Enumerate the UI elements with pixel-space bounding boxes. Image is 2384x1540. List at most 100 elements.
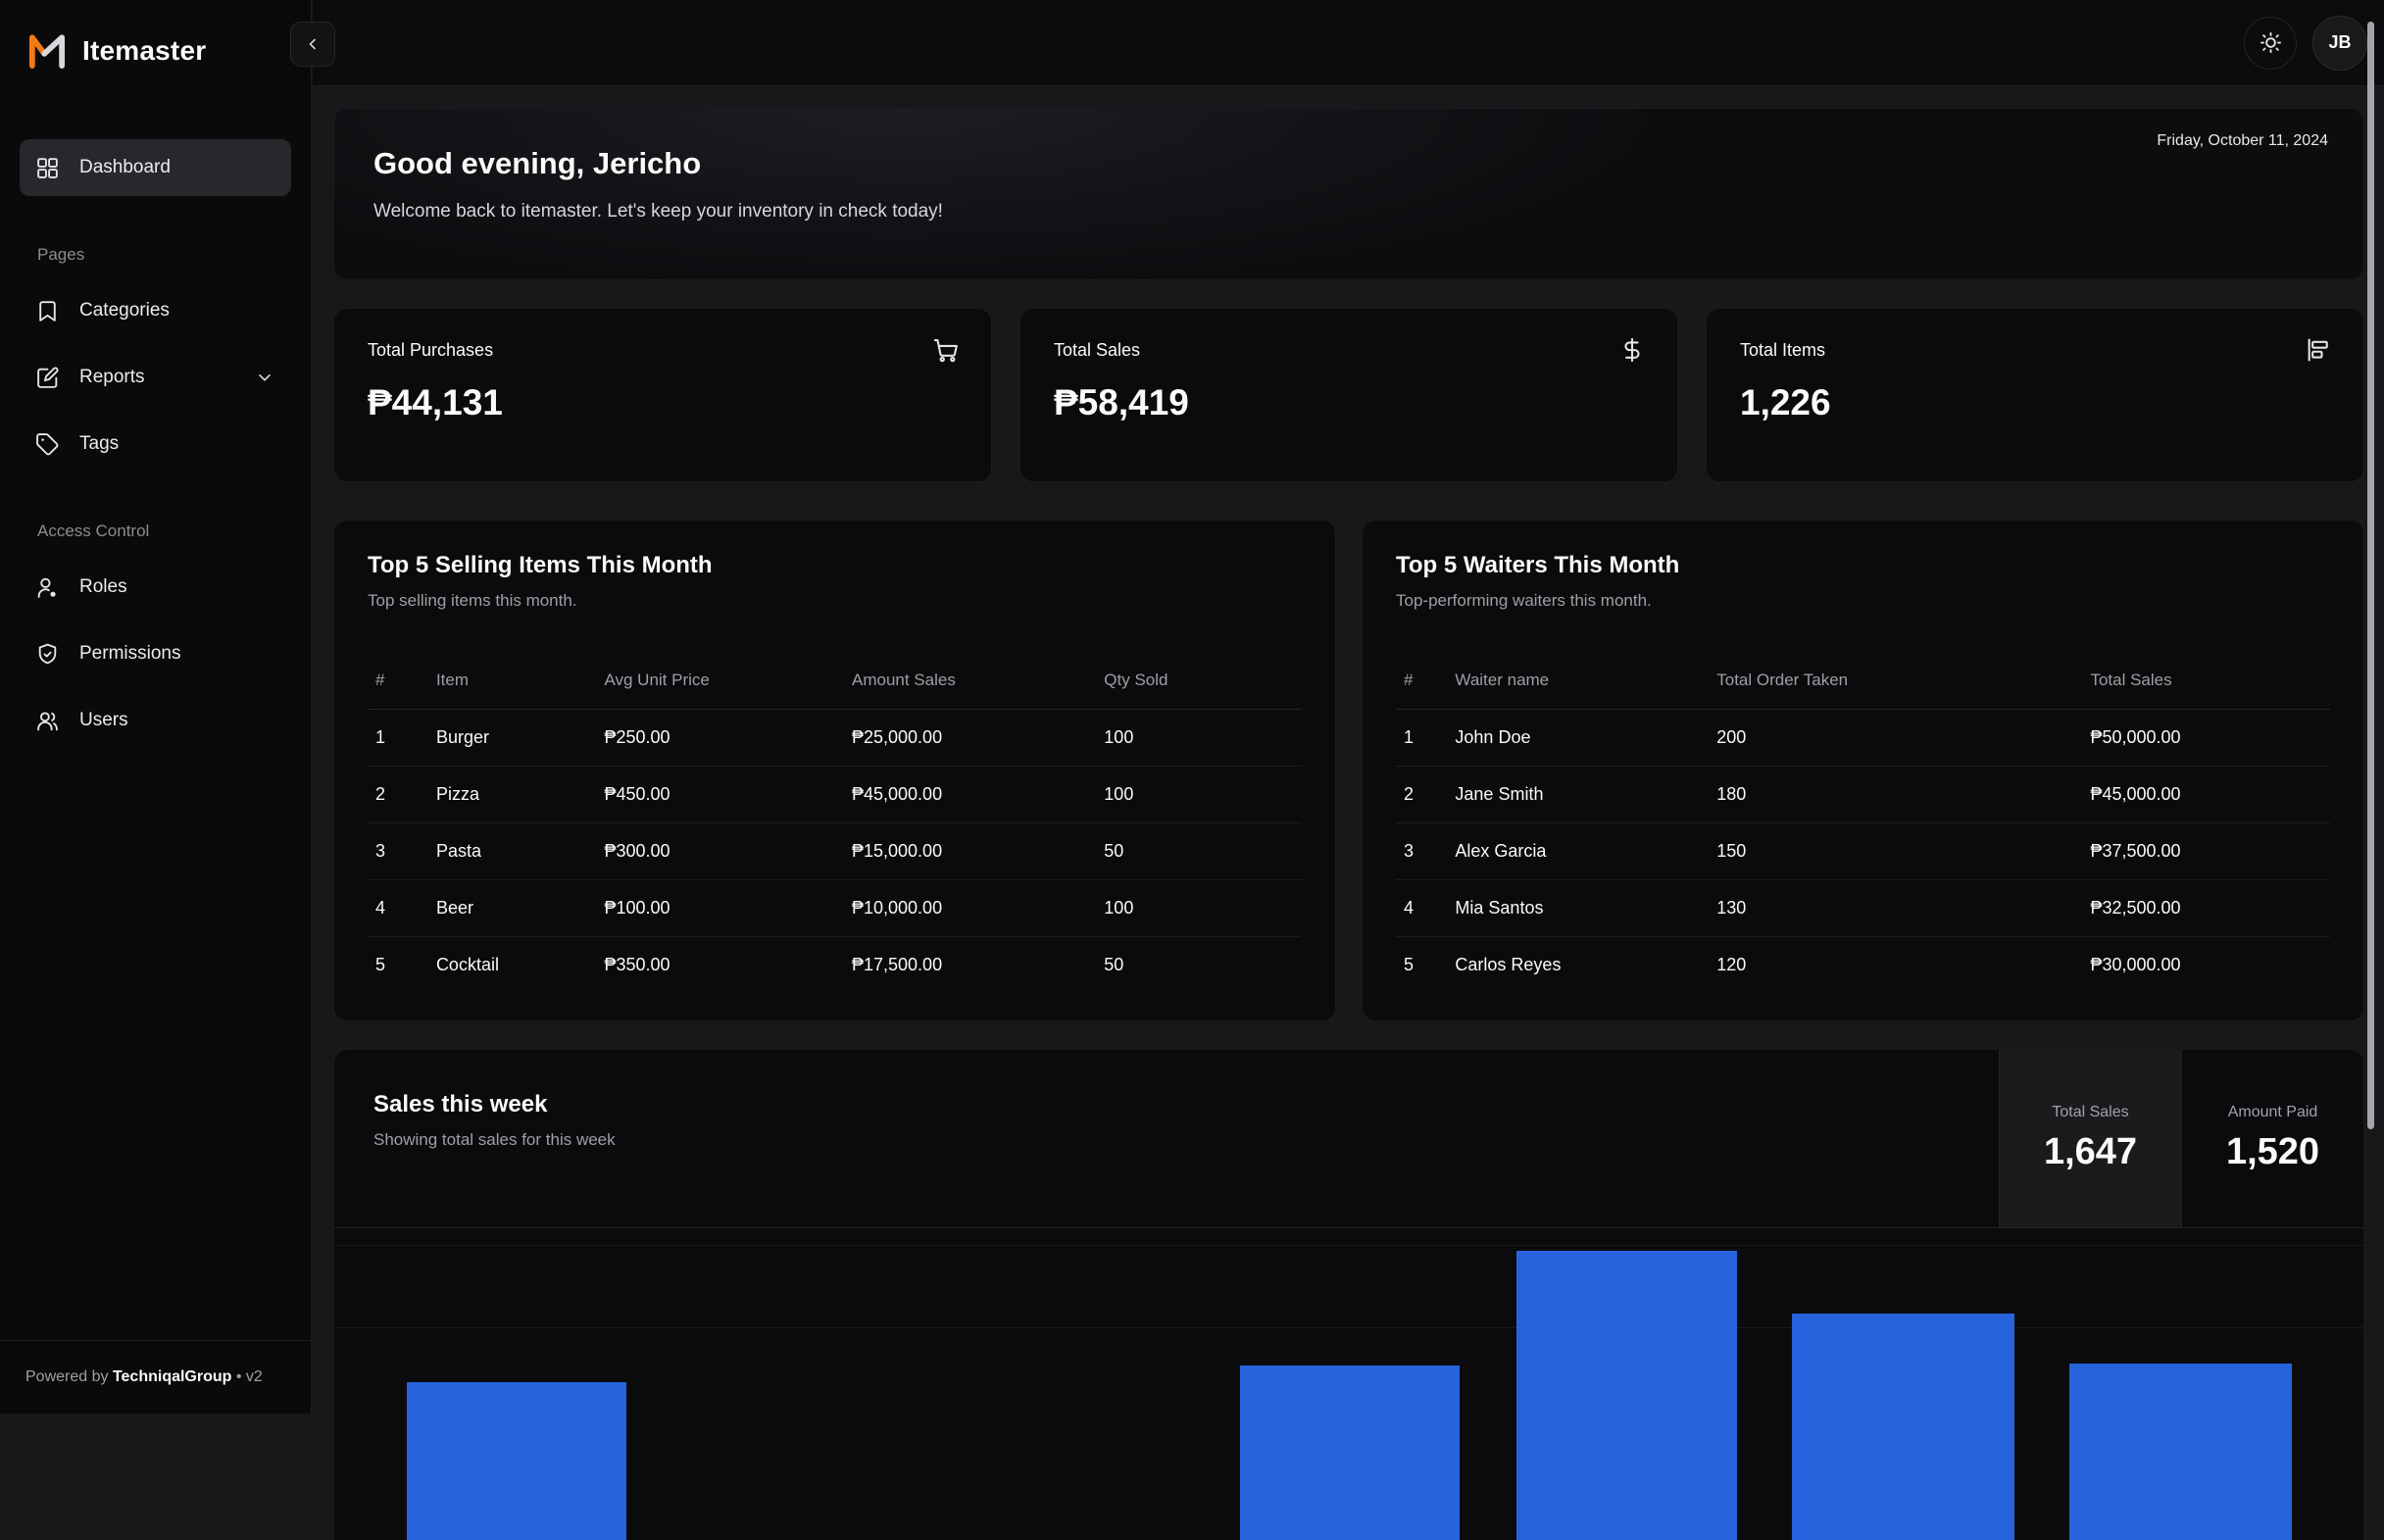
table-cell: Alex Garcia (1447, 823, 1709, 880)
grid-icon (35, 156, 60, 180)
toggle-label: Amount Paid (2228, 1104, 2318, 1121)
avatar[interactable]: JB (2312, 16, 2367, 71)
table-cell: ₱25,000.00 (844, 710, 1096, 767)
sidebar-item-roles[interactable]: Roles (20, 559, 291, 616)
powered-by-version: • v2 (231, 1368, 262, 1385)
top-waiters-title: Top 5 Waiters This Month (1396, 552, 2330, 579)
table-cell: 2 (368, 767, 428, 823)
toggle-label: Total Sales (2052, 1104, 2128, 1121)
users-icon (35, 709, 60, 733)
tables-row: Top 5 Selling Items This Month Top selli… (333, 520, 2364, 1021)
topbar: JB (313, 0, 2384, 86)
dollar-icon (1618, 336, 1646, 364)
sidebar-item-label: Permissions (79, 643, 180, 665)
table-cell: 100 (1096, 880, 1302, 937)
sidebar-item-tags[interactable]: Tags (20, 416, 291, 472)
sales-week-header: Sales this week Showing total sales for … (334, 1050, 2363, 1228)
table-cell: Jane Smith (1447, 767, 1709, 823)
table-row: 5Carlos Reyes120₱30,000.00 (1396, 937, 2330, 994)
table-cell: ₱30,000.00 (2082, 937, 2330, 994)
sidebar-nav: Dashboard PagesCategories Reports Tags Acces… (0, 80, 311, 1340)
stat-card-total-sales: Total Sales₱58,419 (1019, 308, 1678, 482)
table-row: 1Burger₱250.00₱25,000.00100 (368, 710, 1302, 767)
chart-gridline (334, 1245, 2363, 1246)
column-header: # (368, 652, 428, 710)
sidebar-section-label: Pages (20, 206, 291, 282)
table-cell: 3 (1396, 823, 1447, 880)
sales-week-title: Sales this week (373, 1091, 1960, 1118)
itemaster-logo-icon (25, 29, 69, 73)
sales-series-toggles: Total Sales1,647 Amount Paid 1,520 (1999, 1050, 2363, 1227)
top-items-table: #ItemAvg Unit PriceAmount SalesQty Sold1… (368, 652, 1302, 993)
sidebar-item-label: Users (79, 710, 128, 731)
table-cell: ₱450.00 (596, 767, 844, 823)
table-cell: ₱10,000.00 (844, 880, 1096, 937)
table-cell: Beer (428, 880, 597, 937)
column-header: Waiter name (1447, 652, 1709, 710)
sun-icon (2259, 30, 2283, 55)
table-cell: ₱350.00 (596, 937, 844, 994)
table-cell: 5 (368, 937, 428, 994)
table-row: 5Cocktail₱350.00₱17,500.0050 (368, 937, 1302, 994)
top-items-title: Top 5 Selling Items This Month (368, 552, 1302, 579)
greeting-subtitle: Welcome back to itemaster. Let's keep yo… (373, 201, 2324, 223)
series-toggle-amount-paid[interactable]: Amount Paid 1,520 (2181, 1050, 2363, 1227)
series-toggle-total-sales[interactable]: Total Sales1,647 (1999, 1050, 2181, 1227)
table-row: 3Pasta₱300.00₱15,000.0050 (368, 823, 1302, 880)
table-cell: ₱45,000.00 (2082, 767, 2330, 823)
sidebar-item-label: Reports (79, 367, 145, 388)
sidebar-item-reports[interactable]: Reports (20, 349, 291, 406)
table-cell: Cocktail (428, 937, 597, 994)
table-cell: 180 (1709, 767, 2082, 823)
top-waiters-card: Top 5 Waiters This Month Top-performing … (1362, 520, 2364, 1021)
app-logo: Itemaster (0, 0, 311, 80)
table-cell: 2 (1396, 767, 1447, 823)
sidebar-item-permissions[interactable]: Permissions (20, 625, 291, 682)
chevron-down-icon (254, 367, 275, 388)
toggle-value: 1,520 (2226, 1131, 2319, 1173)
table-cell: 50 (1096, 937, 1302, 994)
sidebar-item-users[interactable]: Users (20, 692, 291, 749)
user-role-icon (35, 575, 60, 600)
theme-toggle-button[interactable] (2244, 17, 2297, 70)
sales-week-subtitle: Showing total sales for this week (373, 1130, 1960, 1150)
stat-label: Total Sales (1054, 340, 1644, 361)
scrollbar[interactable] (2367, 22, 2374, 1129)
table-cell: ₱250.00 (596, 710, 844, 767)
sidebar-item-label: Roles (79, 576, 127, 598)
column-header: # (1396, 652, 1447, 710)
table-cell: 50 (1096, 823, 1302, 880)
table-cell: 5 (1396, 937, 1447, 994)
table-row: 2Jane Smith180₱45,000.00 (1396, 767, 2330, 823)
chart-bar-day-5 (1516, 1251, 1737, 1540)
sidebar-item-dashboard[interactable]: Dashboard (20, 139, 291, 196)
table-header-row: #ItemAvg Unit PriceAmount SalesQty Sold (368, 652, 1302, 710)
table-cell: Mia Santos (1447, 880, 1709, 937)
sales-bar-chart (334, 1228, 2363, 1540)
table-row: 4Mia Santos130₱32,500.00 (1396, 880, 2330, 937)
top-waiters-table: #Waiter nameTotal Order TakenTotal Sales… (1396, 652, 2330, 993)
table-cell: Pizza (428, 767, 597, 823)
table-cell: ₱15,000.00 (844, 823, 1096, 880)
sidebar-collapse-button[interactable] (290, 22, 335, 67)
sidebar-item-categories[interactable]: Categories (20, 282, 291, 339)
column-header: Item (428, 652, 597, 710)
shield-check-icon (35, 642, 60, 667)
chart-bar-day-6 (1792, 1314, 2014, 1540)
table-cell: 4 (368, 880, 428, 937)
table-cell: ₱50,000.00 (2082, 710, 2330, 767)
sidebar-item-label: Tags (79, 433, 119, 455)
table-cell: ₱17,500.00 (844, 937, 1096, 994)
sidebar-footer: Powered by TechniqalGroup • v2 (0, 1340, 311, 1414)
chart-gridline (334, 1327, 2363, 1328)
stat-card-total-items: Total Items1,226 (1706, 308, 2364, 482)
table-cell: ₱300.00 (596, 823, 844, 880)
sidebar-section-label: Access Control (20, 482, 291, 559)
main-content: Friday, October 11, 2024 Good evening, J… (313, 86, 2384, 1414)
top-items-subtitle: Top selling items this month. (368, 591, 1302, 611)
stat-card-total-purchases: Total Purchases₱44,131 (333, 308, 992, 482)
table-cell: 130 (1709, 880, 2082, 937)
stats-row: Total Purchases₱44,131Total Sales₱58,419… (333, 308, 2364, 482)
sidebar-item-label: Dashboard (79, 157, 171, 178)
table-cell: Carlos Reyes (1447, 937, 1709, 994)
